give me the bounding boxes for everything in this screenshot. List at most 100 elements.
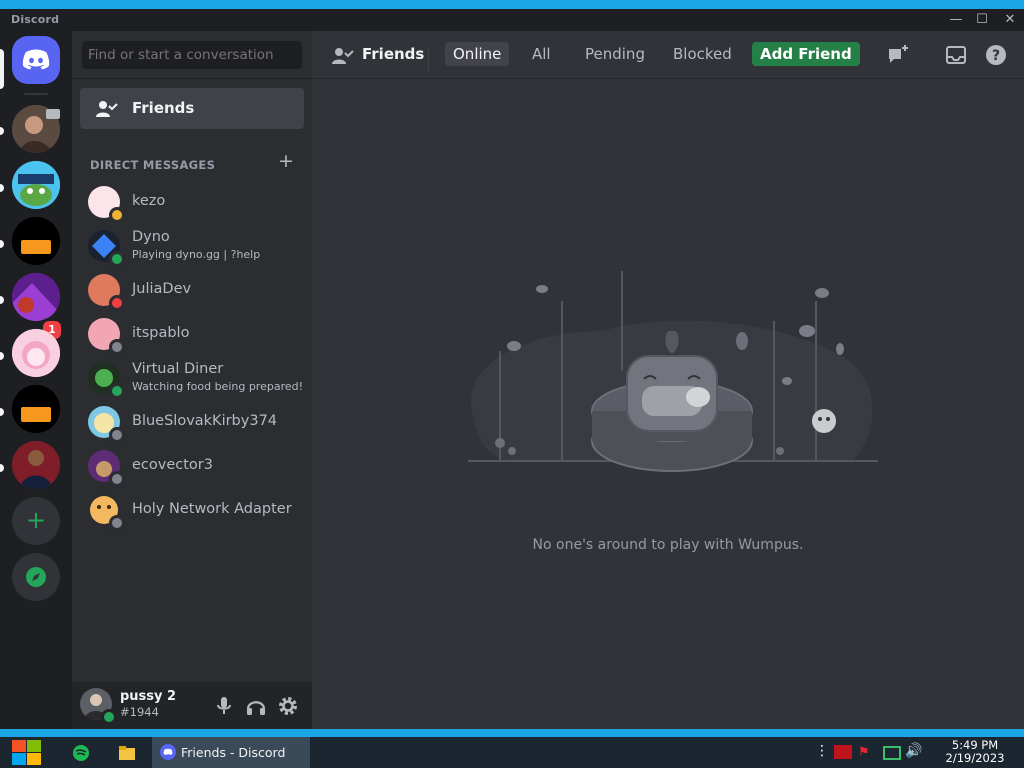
server-icon-5[interactable] [12,329,60,377]
maximize-button[interactable]: ☐ [968,11,996,29]
dm-name: Holy Network Adapter [132,501,292,517]
status-online-icon [109,383,125,399]
page-title: Friends [362,45,425,63]
dm-item-holy-network-adapter[interactable]: Holy Network Adapter [80,489,304,531]
friends-icon [96,101,118,117]
dm-section-header: DIRECT MESSAGES [90,158,216,172]
help-icon[interactable]: ? [984,43,1008,67]
system-clock[interactable]: 5:49 PM 2/19/2023 [930,739,1020,765]
dm-item-juliadev[interactable]: JuliaDev [80,269,304,311]
spotify-icon[interactable] [72,744,90,762]
status-idle-icon [109,207,125,223]
orange-logo-icon [12,385,60,433]
add-server-button[interactable]: + [12,497,60,545]
create-dm-button[interactable]: + [278,151,294,171]
minimize-button[interactable]: — [942,11,970,29]
dm-name: kezo [132,193,166,209]
unread-indicator [0,240,4,248]
unread-indicator [0,184,4,192]
add-friend-button[interactable]: Add Friend [752,42,860,66]
file-explorer-icon[interactable] [118,744,136,762]
selected-indicator [0,49,4,89]
server-icon-4[interactable] [12,273,60,321]
server-icon-6[interactable] [12,385,60,433]
server-icon-meme[interactable] [12,161,60,209]
username: pussy 2 [120,689,177,704]
sidebar-divider [72,78,312,79]
status-offline-icon [109,471,125,487]
friends-icon [332,48,354,64]
empty-state-message: No one's around to play with Wumpus. [532,537,804,553]
search-input[interactable] [82,41,302,69]
wumpus-illustration [468,271,878,472]
dm-item-kezo[interactable]: kezo [80,181,304,223]
status-dnd-icon [109,295,125,311]
more-icon[interactable]: ⋮ [815,743,829,759]
status-online-icon [109,251,125,267]
tab-online[interactable]: Online [445,42,510,66]
plus-icon: + [25,506,47,534]
windows-start-icon[interactable] [10,737,44,768]
network-icon[interactable] [883,746,901,760]
portrait-icon [12,441,60,489]
tab-all[interactable]: All [524,42,559,66]
unread-indicator [0,296,4,304]
unread-indicator [0,408,4,416]
discord-window: Discord — ☐ ✕ 1 + Find or start a conver… [0,9,1024,729]
dm-name: ecovector3 [132,457,213,473]
headphones-icon[interactable] [244,694,268,718]
discord-logo-icon [22,49,50,70]
dm-activity: Playing dyno.gg | ?help [132,248,261,261]
dm-name: itspablo [132,325,190,341]
guild-separator [24,93,48,95]
status-offline-icon [109,515,125,531]
dm-name: Dyno [132,229,170,245]
close-button[interactable]: ✕ [996,11,1024,29]
dm-name: BlueSlovakKirby374 [132,413,278,429]
dm-item-itspablo[interactable]: itspablo [80,313,304,355]
gear-icon[interactable] [276,694,300,718]
inbox-icon[interactable] [944,43,968,67]
volume-icon[interactable]: 🔊 [905,743,922,759]
user-panel: pussy 2 #1944 [72,682,312,729]
home-button[interactable] [12,36,60,84]
tab-blocked[interactable]: Blocked [665,42,740,66]
server-icon-7[interactable] [12,441,60,489]
taskbar-app-discord[interactable]: Friends - Discord [152,737,310,768]
server-list: 1 + [0,31,72,729]
explore-servers-button[interactable] [12,553,60,601]
dm-item-dyno[interactable]: Dyno Playing dyno.gg | ?help [80,225,304,267]
dm-activity: Watching food being prepared! [132,380,304,393]
app-title: Discord [11,13,60,26]
dm-item-virtual-diner[interactable]: Virtual Diner Watching food being prepar… [80,357,304,399]
tab-pending[interactable]: Pending [577,42,653,66]
new-group-dm-icon[interactable] [886,43,910,67]
server-icon-3[interactable] [12,217,60,265]
screen-share-icon [46,109,60,119]
status-offline-icon [109,427,125,443]
windows-taskbar: Friends - Discord ⋮ ⚑ 🔊 5:49 PM 2/19/202… [0,737,1024,768]
flag-icon[interactable]: ⚑ [858,745,870,760]
dm-item-ecovector3[interactable]: ecovector3 [80,445,304,487]
dm-item-blueslovakkirby374[interactable]: BlueSlovakKirby374 [80,401,304,443]
header-divider [428,47,429,71]
dm-sidebar: Friends DIRECT MESSAGES + kezo Dyno Play… [72,31,312,729]
pepe-icon [12,161,60,209]
status-online-icon [101,709,117,725]
dm-name: JuliaDev [132,281,192,297]
taskbar-app-label: Friends - Discord [181,745,286,760]
friends-main-panel: Friends Online All Pending Blocked Add F… [312,31,1024,729]
unread-indicator [0,352,4,360]
sidebar-item-friends[interactable]: Friends [80,88,304,129]
sidebar-item-label: Friends [132,99,195,117]
microphone-icon[interactable] [212,694,236,718]
status-offline-icon [109,339,125,355]
tray-app-icon[interactable] [834,745,852,759]
purple-art-icon [12,273,60,321]
compass-icon [26,567,46,587]
friends-header: Friends Online All Pending Blocked Add F… [312,31,1024,79]
orange-logo-icon [12,217,60,265]
desktop-background [0,729,1024,737]
clock-date: 2/19/2023 [945,751,1005,765]
unread-indicator [0,127,4,135]
